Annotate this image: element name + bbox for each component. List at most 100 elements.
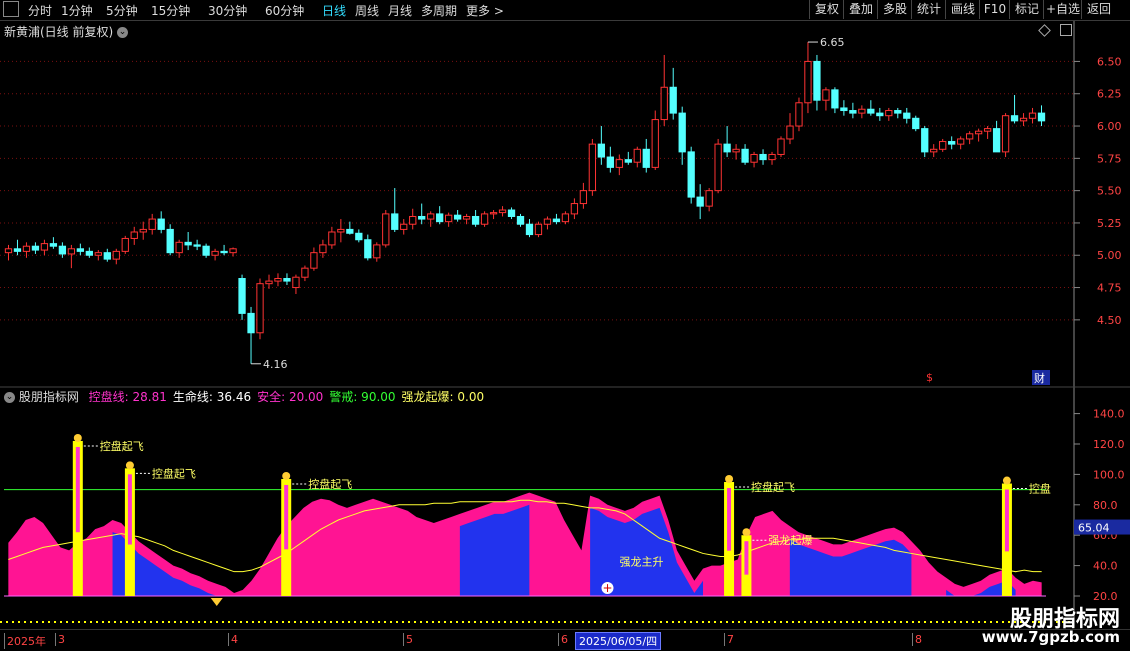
candle-body-24: [220, 250, 228, 254]
toolbar-button-7[interactable]: +自选: [1043, 0, 1082, 19]
candle-body-75: [678, 112, 686, 153]
toolbar-button-8[interactable]: 返回: [1081, 0, 1116, 19]
down-triangle-icon: [210, 598, 223, 606]
period-tab-5[interactable]: 60分钟: [265, 2, 304, 19]
toolbar-button-0[interactable]: 复权: [809, 0, 844, 19]
time-label-6: 8: [912, 633, 922, 646]
candle-body-7: [67, 248, 76, 255]
period-tab-0[interactable]: 分时: [28, 2, 52, 19]
ind-label-5: 40.0: [1093, 560, 1118, 573]
period-tab-10[interactable]: 更多 >: [466, 2, 504, 19]
signal-label-0: 控盘起飞: [100, 439, 144, 453]
current-value: 65.04: [1078, 522, 1110, 535]
cursor-date: 2025/06/05/四: [575, 632, 662, 650]
toolbar-button-6[interactable]: 标记: [1009, 0, 1044, 19]
period-tab-2[interactable]: 5分钟: [106, 2, 138, 19]
price-label-8: 4.50: [1097, 314, 1122, 327]
price-label-0: 6.50: [1097, 55, 1122, 68]
candle-body-110: [992, 128, 1001, 153]
signal-label-5: 控盘: [1029, 482, 1051, 496]
period-tab-1[interactable]: 1分钟: [61, 2, 93, 19]
candle-body-56: [507, 209, 516, 217]
candle-body-46: [418, 215, 426, 220]
candle-body-14: [130, 231, 138, 239]
toolbar-button-4[interactable]: 画线: [945, 0, 980, 19]
toolbar-button-2[interactable]: 多股: [877, 0, 912, 19]
toolbar-button-1[interactable]: 叠加: [843, 0, 878, 19]
candle-body-114: [1028, 112, 1037, 119]
candle-body-29: [265, 280, 273, 285]
candle-body-73: [660, 86, 668, 121]
candle-body-50: [453, 214, 462, 220]
candle-body-9: [85, 250, 93, 256]
candle-body-80: [723, 143, 731, 153]
period-tab-7[interactable]: 周线: [355, 2, 379, 19]
signal-label-2: 控盘起飞: [308, 477, 352, 491]
candle-body-6: [58, 245, 67, 255]
candle-body-2: [22, 245, 31, 252]
toolbar-menu-icon[interactable]: [3, 1, 19, 17]
candle-body-42: [382, 213, 390, 246]
candle-body-47: [427, 213, 435, 220]
candle-body-25: [229, 248, 237, 254]
price-label-4: 5.50: [1097, 185, 1122, 198]
period-tab-8[interactable]: 月线: [388, 2, 412, 19]
candle-body-58: [525, 223, 534, 236]
candle-body-43: [391, 213, 399, 230]
period-tab-9[interactable]: 多周期: [421, 2, 457, 19]
candle-body-19: [175, 241, 183, 254]
candle-body-26: [238, 278, 246, 314]
badge-s: $: [926, 371, 933, 384]
candle-body-45: [409, 215, 417, 225]
time-label-1: 3: [55, 633, 65, 646]
candle-body-41: [373, 244, 381, 259]
candle-body-17: [157, 218, 165, 230]
candle-body-20: [184, 241, 192, 246]
candle-body-62: [561, 213, 570, 223]
candle-body-97: [876, 112, 884, 117]
candle-body-84: [759, 153, 767, 161]
signal-core-2: [284, 484, 289, 550]
toolbar-button-3[interactable]: 统计: [911, 0, 946, 19]
candle-body-31: [283, 278, 291, 282]
candle-body-101: [912, 117, 920, 130]
candle-body-18: [166, 228, 174, 254]
candle-body-23: [211, 250, 219, 256]
candle-body-60: [543, 218, 552, 225]
watermark-url: www.7gpzb.com: [981, 628, 1120, 646]
candle-body-108: [974, 130, 983, 135]
high-label: 6.65: [820, 36, 845, 49]
plus-glyph: +: [602, 581, 612, 595]
price-label-3: 5.75: [1097, 152, 1122, 165]
candle-body-93: [840, 107, 848, 112]
toolbar-button-5[interactable]: F10: [979, 0, 1010, 19]
candle-body-79: [714, 143, 722, 192]
period-tab-4[interactable]: 30分钟: [208, 2, 247, 19]
candle-body-100: [903, 112, 911, 119]
candle-body-15: [139, 228, 147, 233]
period-tab-6[interactable]: 日线: [322, 2, 346, 19]
candle-body-8: [76, 248, 84, 252]
price-label-7: 4.75: [1097, 282, 1122, 295]
candle-body-67: [606, 156, 614, 168]
candle-body-87: [786, 125, 794, 140]
candle-body-109: [983, 128, 992, 132]
candle-body-72: [651, 119, 659, 168]
candle-body-68: [615, 159, 623, 168]
candle-body-71: [642, 148, 650, 168]
signal-core-4: [727, 488, 732, 551]
candle-body-39: [355, 232, 363, 241]
candle-body-38: [346, 228, 354, 234]
signal-core-1: [127, 474, 132, 545]
signal-core-3: [744, 541, 749, 575]
candle-body-74: [669, 86, 677, 114]
candle-body-85: [768, 153, 776, 161]
price-label-5: 5.25: [1097, 217, 1122, 230]
candle-body-40: [364, 239, 372, 259]
period-tab-3[interactable]: 15分钟: [151, 2, 190, 19]
butterfly-icon: [1002, 476, 1011, 485]
candle-body-63: [570, 203, 579, 215]
time-axis: 2025年 3 4 5 6 7 8 2025/06/05/四: [0, 629, 1130, 651]
candle-body-49: [445, 214, 453, 223]
candlestick-chart: 6.50 6.25 6.00 5.75 5.50 5.25 5.00 4.75 4.50 6.65…: [0, 21, 1122, 386]
